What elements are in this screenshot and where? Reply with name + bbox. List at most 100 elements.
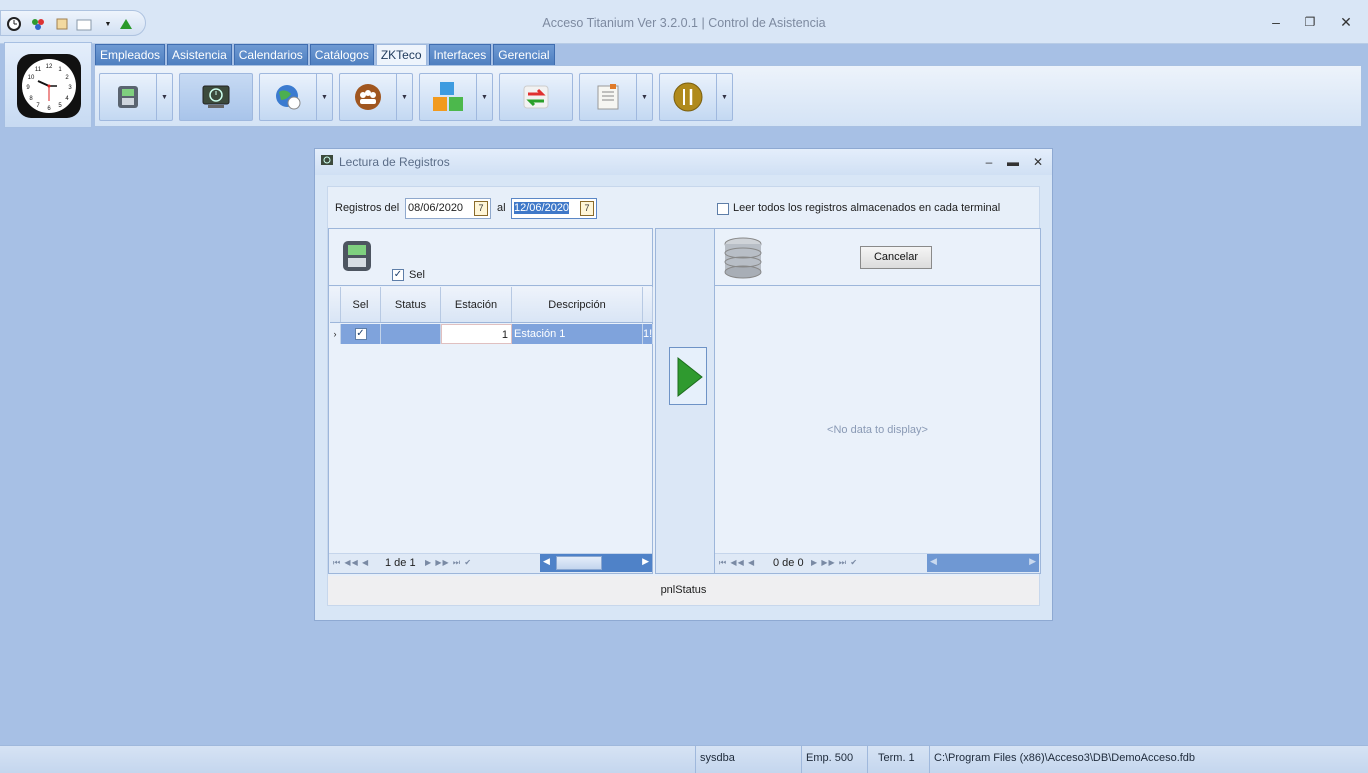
dialog-body: Registros del 08/06/2020 7 al 12/06/2020… [327,186,1041,606]
records-panel-header: Cancelar [715,229,1040,286]
status-emp: Emp. 500 [801,746,867,773]
app-title: Acceso Titanium Ver 3.2.0.1 | Control de… [542,16,826,30]
row-descripcion-cell[interactable]: Estación 1 [512,324,643,344]
dialog-maximize-button[interactable]: ▬ [1003,153,1023,171]
records-panel: Cancelar <No data to display> ⏮ ◀◀ ◀ 0 d… [714,228,1041,574]
column-header-estacion[interactable]: Estación [441,287,512,322]
status-panel: pnlStatus [328,576,1039,605]
globe-clock-button[interactable]: ▼ [259,73,333,121]
column-header-extra[interactable] [643,287,653,322]
date-to-value: 12/06/2020 [514,202,570,214]
calendar-icon[interactable]: 7 [474,201,488,216]
color-blocks-icon [420,74,476,120]
row-pointer-icon: › [330,324,341,344]
dialog-close-button[interactable]: ✕ [1028,153,1048,171]
tab-empleados[interactable]: Empleados [95,44,166,65]
svg-text:1: 1 [58,67,62,73]
date-from-label: Registros del [335,202,400,214]
clock-icon: 12 3 6 9 12 45 7 8 10 11 [17,54,81,118]
terminals-page-indicator: 1 de 1 [385,557,416,569]
terminals-panel: ✓ Sel Sel Status Estación Descripción › … [328,228,653,574]
records-page-indicator: 0 de 0 [773,557,804,569]
scroll-right-icon[interactable]: ▶ [642,556,649,567]
date-from-input[interactable]: 08/06/2020 7 [405,198,491,219]
terminal-button[interactable]: ▼ [99,73,173,121]
dining-dropdown-icon[interactable]: ▼ [716,74,732,120]
calendar-icon[interactable]: 7 [580,201,594,216]
tab-zkteco[interactable]: ZKTeco [375,44,427,66]
sel-all-label: Sel [409,269,425,281]
play-icon [676,356,704,401]
sel-all-checkbox[interactable]: ✓ [392,269,404,281]
dialog-minimize-button[interactable]: – [979,153,999,171]
scroll-thumb[interactable] [556,556,602,570]
tab-interfaces[interactable]: Interfaces [428,44,492,65]
tab-catalogos[interactable]: Catálogos [309,44,374,65]
nav-next-last-icons[interactable]: ▶ ▶▶ ⏭ ✔ [425,558,472,568]
column-header-descripcion[interactable]: Descripción [512,287,643,322]
close-button[interactable]: ✕ [1334,12,1358,32]
color-blocks-dropdown-icon[interactable]: ▼ [476,74,492,120]
scroll-left-icon[interactable]: ◀ [543,556,550,567]
scroll-left-icon[interactable]: ◀ [930,556,937,567]
application-button[interactable]: 12 3 6 9 12 45 7 8 10 11 [4,42,92,128]
svg-text:5: 5 [58,103,62,109]
read-all-checkbox[interactable] [717,203,729,215]
empty-grid-text: <No data to display> [827,424,928,436]
dining-button[interactable]: ▼ [659,73,733,121]
row-status-cell[interactable] [381,324,441,344]
terminals-hscrollbar[interactable]: ◀ ▶ [540,554,652,572]
lectura-registros-dialog: Lectura de Registros – ▬ ✕ Registros del… [314,148,1053,621]
users-group-dropdown-icon[interactable]: ▼ [396,74,412,120]
read-all-label: Leer todos los registros almacenados en … [733,202,1001,214]
nav-first-prev-icons[interactable]: ⏮ ◀◀ ◀ [333,558,369,568]
row-estacion-cell[interactable]: 1 [441,324,512,344]
status-user: sysdba [695,746,801,773]
tab-asistencia[interactable]: Asistencia [167,44,232,65]
svg-text:9: 9 [26,85,30,91]
date-to-label: al [497,202,506,214]
history-monitor-icon [180,74,252,120]
svg-text:8: 8 [29,96,33,102]
nav-first-prev-icons[interactable]: ⏮ ◀◀ ◀ [719,558,755,568]
sync-button[interactable] [499,73,573,121]
report-dropdown-icon[interactable]: ▼ [636,74,652,120]
report-list-icon [580,74,636,120]
start-read-button[interactable] [669,347,707,405]
terminal-dropdown-icon[interactable]: ▼ [156,74,172,120]
sync-arrows-icon [500,74,572,120]
history-button[interactable] [179,73,253,121]
scroll-right-icon[interactable]: ▶ [1029,556,1036,567]
status-db-path: C:\Program Files (x86)\Acceso3\DB\DemoAc… [929,746,1368,773]
minimize-button[interactable]: – [1264,12,1288,32]
svg-text:2: 2 [65,75,69,81]
tab-calendarios[interactable]: Calendarios [233,44,308,65]
column-header-sel[interactable]: Sel [341,287,381,322]
terminals-panel-header: ✓ Sel [329,229,652,286]
records-navigator: ⏮ ◀◀ ◀ 0 de 0 ▶ ▶▶ ⏭ ✔ ◀ ▶ [715,553,1040,573]
terminals-navigator: ⏮ ◀◀ ◀ 1 de 1 ▶ ▶▶ ⏭ ✔ ◀ ▶ [329,553,652,573]
column-header-status[interactable]: Status [381,287,441,322]
globe-clock-dropdown-icon[interactable]: ▼ [316,74,332,120]
cancel-button[interactable]: Cancelar [860,246,932,269]
svg-text:6: 6 [47,106,51,112]
users-group-button[interactable]: ▼ [339,73,413,121]
records-hscrollbar[interactable]: ◀ ▶ [927,554,1039,572]
svg-text:11: 11 [35,67,42,73]
report-button[interactable]: ▼ [579,73,653,121]
table-row[interactable]: › ✓ 1 Estación 1 1! [330,324,653,344]
terminal-icon [100,74,156,120]
users-group-icon [340,74,396,120]
color-blocks-button[interactable]: ▼ [419,73,493,121]
date-from-value: 08/06/2020 [408,202,464,214]
status-term: Term. 1 [867,746,929,773]
row-extra-cell[interactable]: 1! [643,324,653,344]
row-indicator-header [330,287,341,322]
date-to-input[interactable]: 12/06/2020 7 [511,198,597,219]
tab-gerencial[interactable]: Gerencial [493,44,555,65]
restore-button[interactable]: ❐ [1298,12,1322,32]
row-sel-cell[interactable]: ✓ [341,324,381,344]
dialog-monitor-icon [320,154,334,171]
row-sel-checkbox[interactable]: ✓ [354,328,367,341]
nav-next-last-icons[interactable]: ▶ ▶▶ ⏭ ✔ [811,558,858,568]
